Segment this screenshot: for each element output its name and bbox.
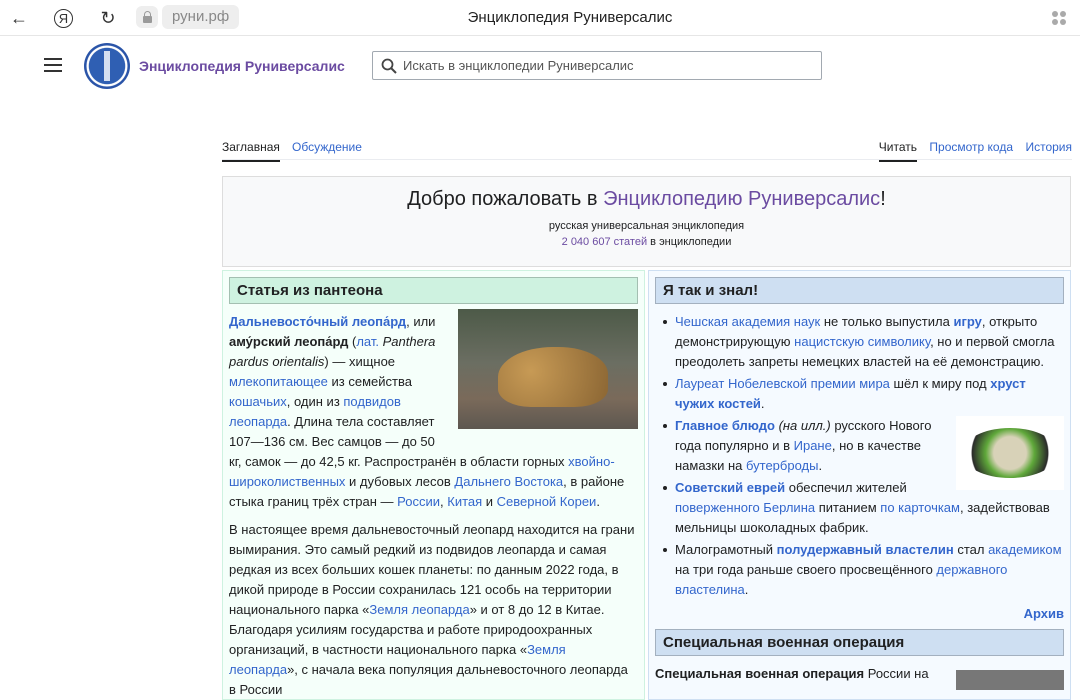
text-segment: аму́рский леопа́рд	[229, 334, 349, 349]
article-count-link[interactable]: 2 040 607 статей	[562, 236, 647, 248]
text-segment: и	[482, 494, 497, 509]
text-segment: и дубовых лесов	[345, 474, 455, 489]
welcome-prefix: Добро пожаловать в	[407, 188, 604, 210]
page-tabs: Заглавная Обсуждение Читать Просмотр код…	[222, 136, 1072, 162]
apps-icon[interactable]	[1052, 11, 1066, 25]
did-you-know-list: Чешская академия наук не только выпустил…	[655, 312, 1064, 600]
tab-discussion[interactable]: Обсуждение	[292, 140, 362, 160]
text-segment: .	[818, 458, 823, 473]
text-segment: питанием	[815, 500, 881, 515]
article-link[interactable]: нацистскую символику	[794, 334, 930, 349]
text-segment: России на	[864, 666, 929, 681]
menu-icon[interactable]	[44, 58, 62, 72]
list-item: Чешская академия наук не только выпустил…	[655, 312, 1064, 372]
article-link[interactable]: Лауреат Нобелевской премии мира	[675, 376, 890, 391]
text-segment: ) — хищное	[324, 354, 396, 369]
browser-toolbar: ← Я ↻ руни.рф Энциклопедия Руниверсалис	[0, 0, 1080, 36]
featured-article-panel: Статья из пантеона Дальневосто́чный леоп…	[222, 270, 645, 700]
text-segment: (на илл.)	[778, 418, 831, 433]
article-link[interactable]: по карточкам	[880, 500, 960, 515]
site-name-link[interactable]: Энциклопедия Руниверсалис	[139, 58, 345, 74]
article-link[interactable]: бутерброды	[746, 458, 818, 473]
article-link[interactable]: Иране	[794, 438, 832, 453]
article-link[interactable]: Главное блюдо	[675, 418, 775, 433]
article-link[interactable]: Чешская академия наук	[675, 314, 820, 329]
rich-text: Малограмотный полудержавный властелин ст…	[675, 542, 1062, 597]
article-link[interactable]: лат.	[356, 334, 379, 349]
welcome-link[interactable]: Энциклопедию Руниверсалис	[603, 188, 880, 210]
tab-view-source[interactable]: Просмотр кода	[929, 140, 1013, 160]
text-segment: », с начала века популяция дальневосточн…	[229, 662, 628, 697]
did-you-know-panel: Я так и знал! Чешская академия наук не т…	[648, 270, 1071, 700]
text-segment: не только выпустила	[820, 314, 954, 329]
svo-image[interactable]	[956, 670, 1064, 690]
article-link[interactable]: Земля леопарда	[369, 602, 469, 617]
article-link[interactable]: Дальневосто́чный леопа́рд	[229, 314, 406, 329]
text-segment: шёл к миру под	[889, 376, 991, 391]
tab-history[interactable]: История	[1025, 140, 1072, 160]
text-segment: , один из	[286, 394, 344, 409]
article-link[interactable]: Дальнего Востока	[454, 474, 563, 489]
leopard-image[interactable]	[458, 309, 638, 429]
text-segment: Малограмотный	[675, 542, 777, 557]
archive-link[interactable]: Архив	[1024, 606, 1064, 621]
svo-heading: Специальная военная операция	[655, 629, 1064, 656]
article-link[interactable]: игру	[953, 314, 981, 329]
article-link[interactable]: Китая	[447, 494, 482, 509]
text-segment: .	[744, 582, 749, 597]
tab-main[interactable]: Заглавная	[222, 140, 280, 162]
article-link[interactable]: кошачьих	[229, 394, 287, 409]
search-icon	[381, 58, 397, 74]
text-segment: Специальная военная операция	[655, 666, 865, 681]
text-segment: , или	[406, 314, 436, 329]
text-segment: .	[596, 494, 600, 509]
featured-article-p2: В настоящее время дальневосточный леопар…	[229, 520, 638, 700]
text-segment: стал	[953, 542, 989, 557]
page-title: Энциклопедия Руниверсалис	[467, 9, 673, 26]
article-link[interactable]: академиком	[988, 542, 1061, 557]
article-count-suffix: в энциклопедии	[647, 236, 732, 248]
did-you-know-heading: Я так и знал!	[655, 277, 1064, 304]
article-count: 2 040 607 статей в энциклопедии	[223, 236, 1070, 248]
article-link[interactable]: Советский еврей	[675, 480, 785, 495]
site-logo[interactable]	[84, 43, 130, 89]
list-item: Малограмотный полудержавный властелин ст…	[655, 540, 1064, 600]
tab-read[interactable]: Читать	[878, 140, 917, 162]
list-item: Главное блюдо (на илл.) русского Нового …	[655, 416, 1064, 490]
svo-text: Специальная военная операция России на	[655, 664, 1064, 690]
text-segment: на три года раньше своего просвещённого	[675, 562, 937, 577]
welcome-subtitle: русская универсальная энциклопедия	[548, 220, 745, 232]
list-item: Лауреат Нобелевской премии мира шёл к ми…	[655, 374, 1064, 414]
search-box[interactable]	[372, 51, 822, 80]
list-item: Советский еврей обеспечил жителей поверж…	[655, 478, 1064, 538]
rich-text: Лауреат Нобелевской премии мира шёл к ми…	[675, 376, 1026, 411]
article-link[interactable]: Северной Кореи	[497, 494, 597, 509]
rich-text: В настоящее время дальневосточный леопар…	[229, 522, 634, 697]
rich-text: Советский еврей обеспечил жителей поверж…	[675, 480, 1050, 535]
featured-article-p1: Дальневосто́чный леопа́рд, или аму́рский…	[229, 309, 638, 512]
article-link[interactable]: полудержавный властелин	[777, 542, 954, 557]
rich-text: Специальная военная операция России на	[655, 666, 929, 681]
rich-text: Главное блюдо (на илл.) русского Нового …	[675, 418, 931, 473]
welcome-heading: Добро пожаловать в Энциклопедию Руниверс…	[223, 188, 1070, 211]
rich-text: Чешская академия наук не только выпустил…	[675, 314, 1054, 369]
article-link[interactable]: поверженного Берлина	[675, 500, 815, 515]
featured-article-heading: Статья из пантеона	[229, 277, 638, 304]
article-link[interactable]: млекопитающее	[229, 374, 328, 389]
text-segment: .	[760, 396, 765, 411]
search-input[interactable]	[403, 58, 803, 73]
text-segment: из семейства	[327, 374, 412, 389]
article-link[interactable]: России	[397, 494, 440, 509]
text-segment: обеспечил жителей	[785, 480, 907, 495]
welcome-suffix: !	[880, 188, 886, 210]
welcome-banner: Добро пожаловать в Энциклопедию Руниверс…	[222, 176, 1071, 267]
